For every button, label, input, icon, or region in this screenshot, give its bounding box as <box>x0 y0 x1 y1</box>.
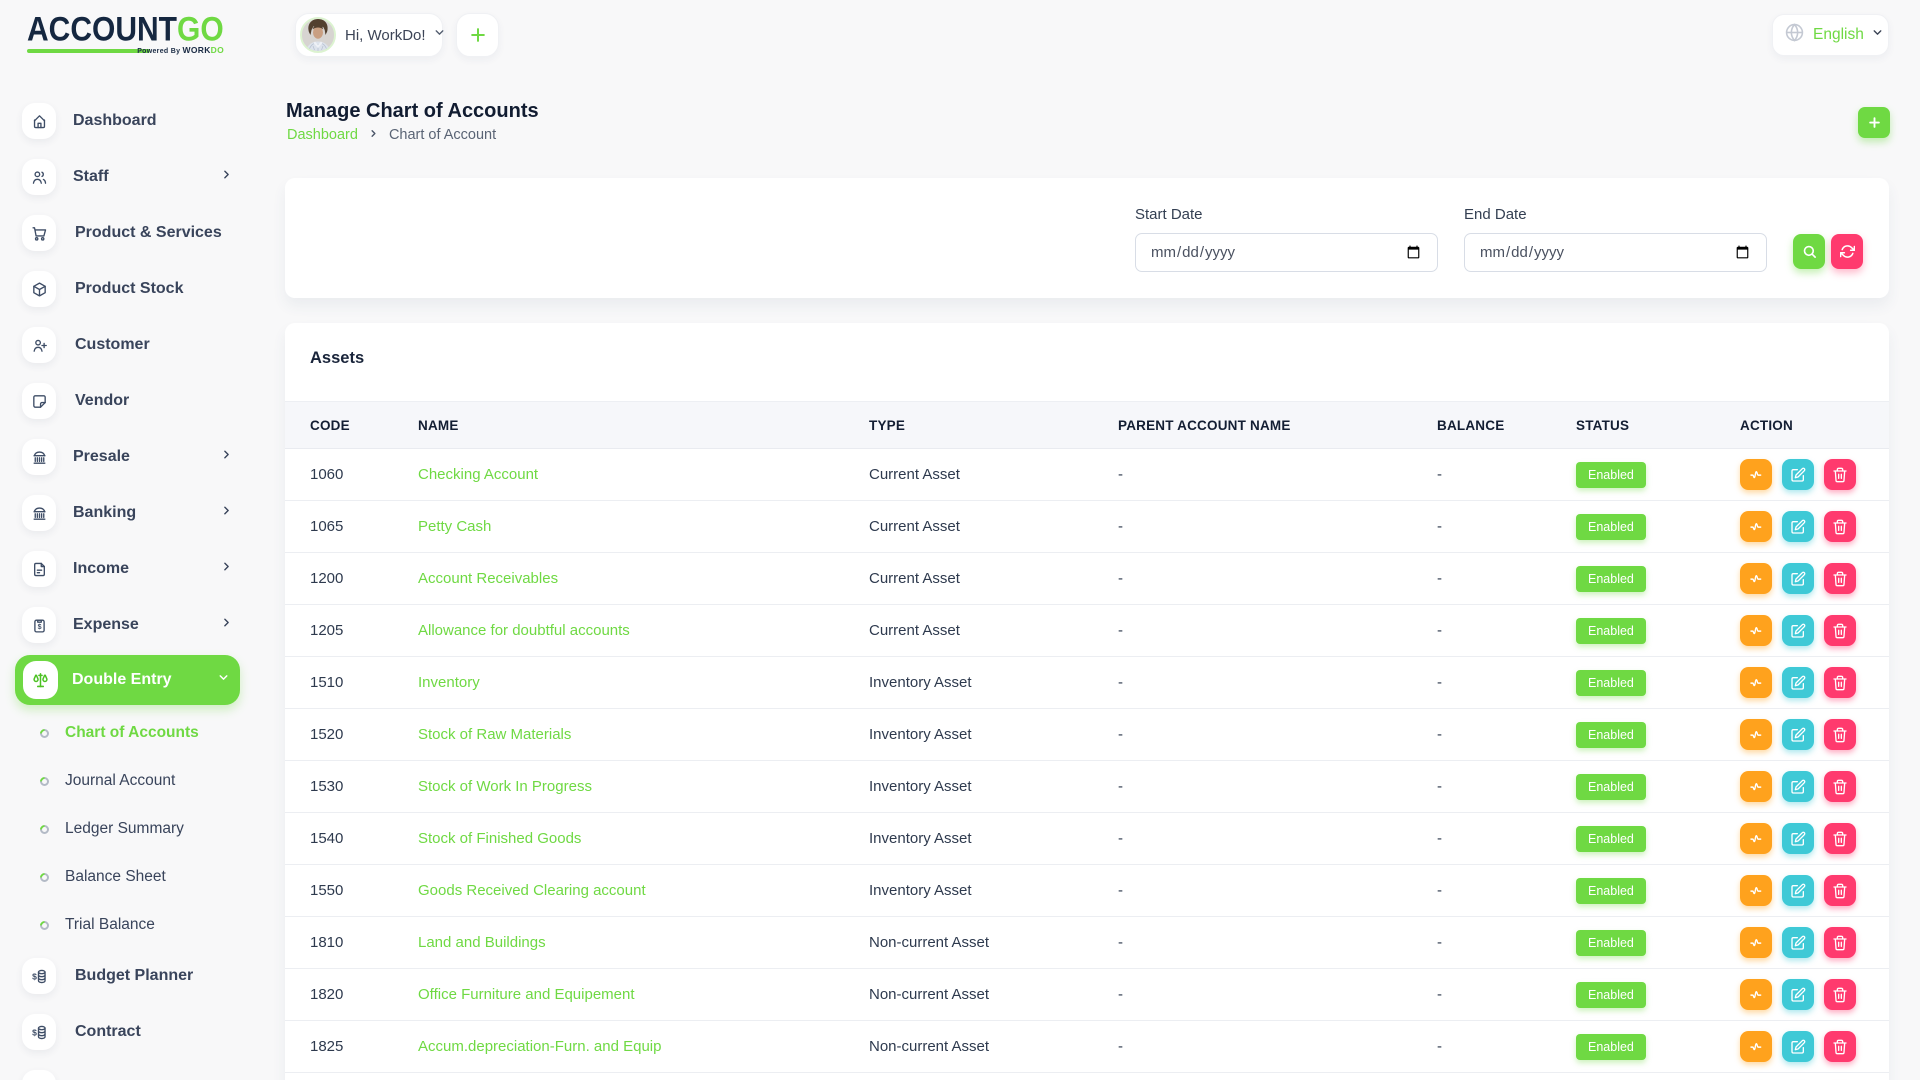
svg-text:$: $ <box>32 971 37 981</box>
svg-text:$: $ <box>32 1027 37 1037</box>
svg-text:$: $ <box>37 623 41 631</box>
